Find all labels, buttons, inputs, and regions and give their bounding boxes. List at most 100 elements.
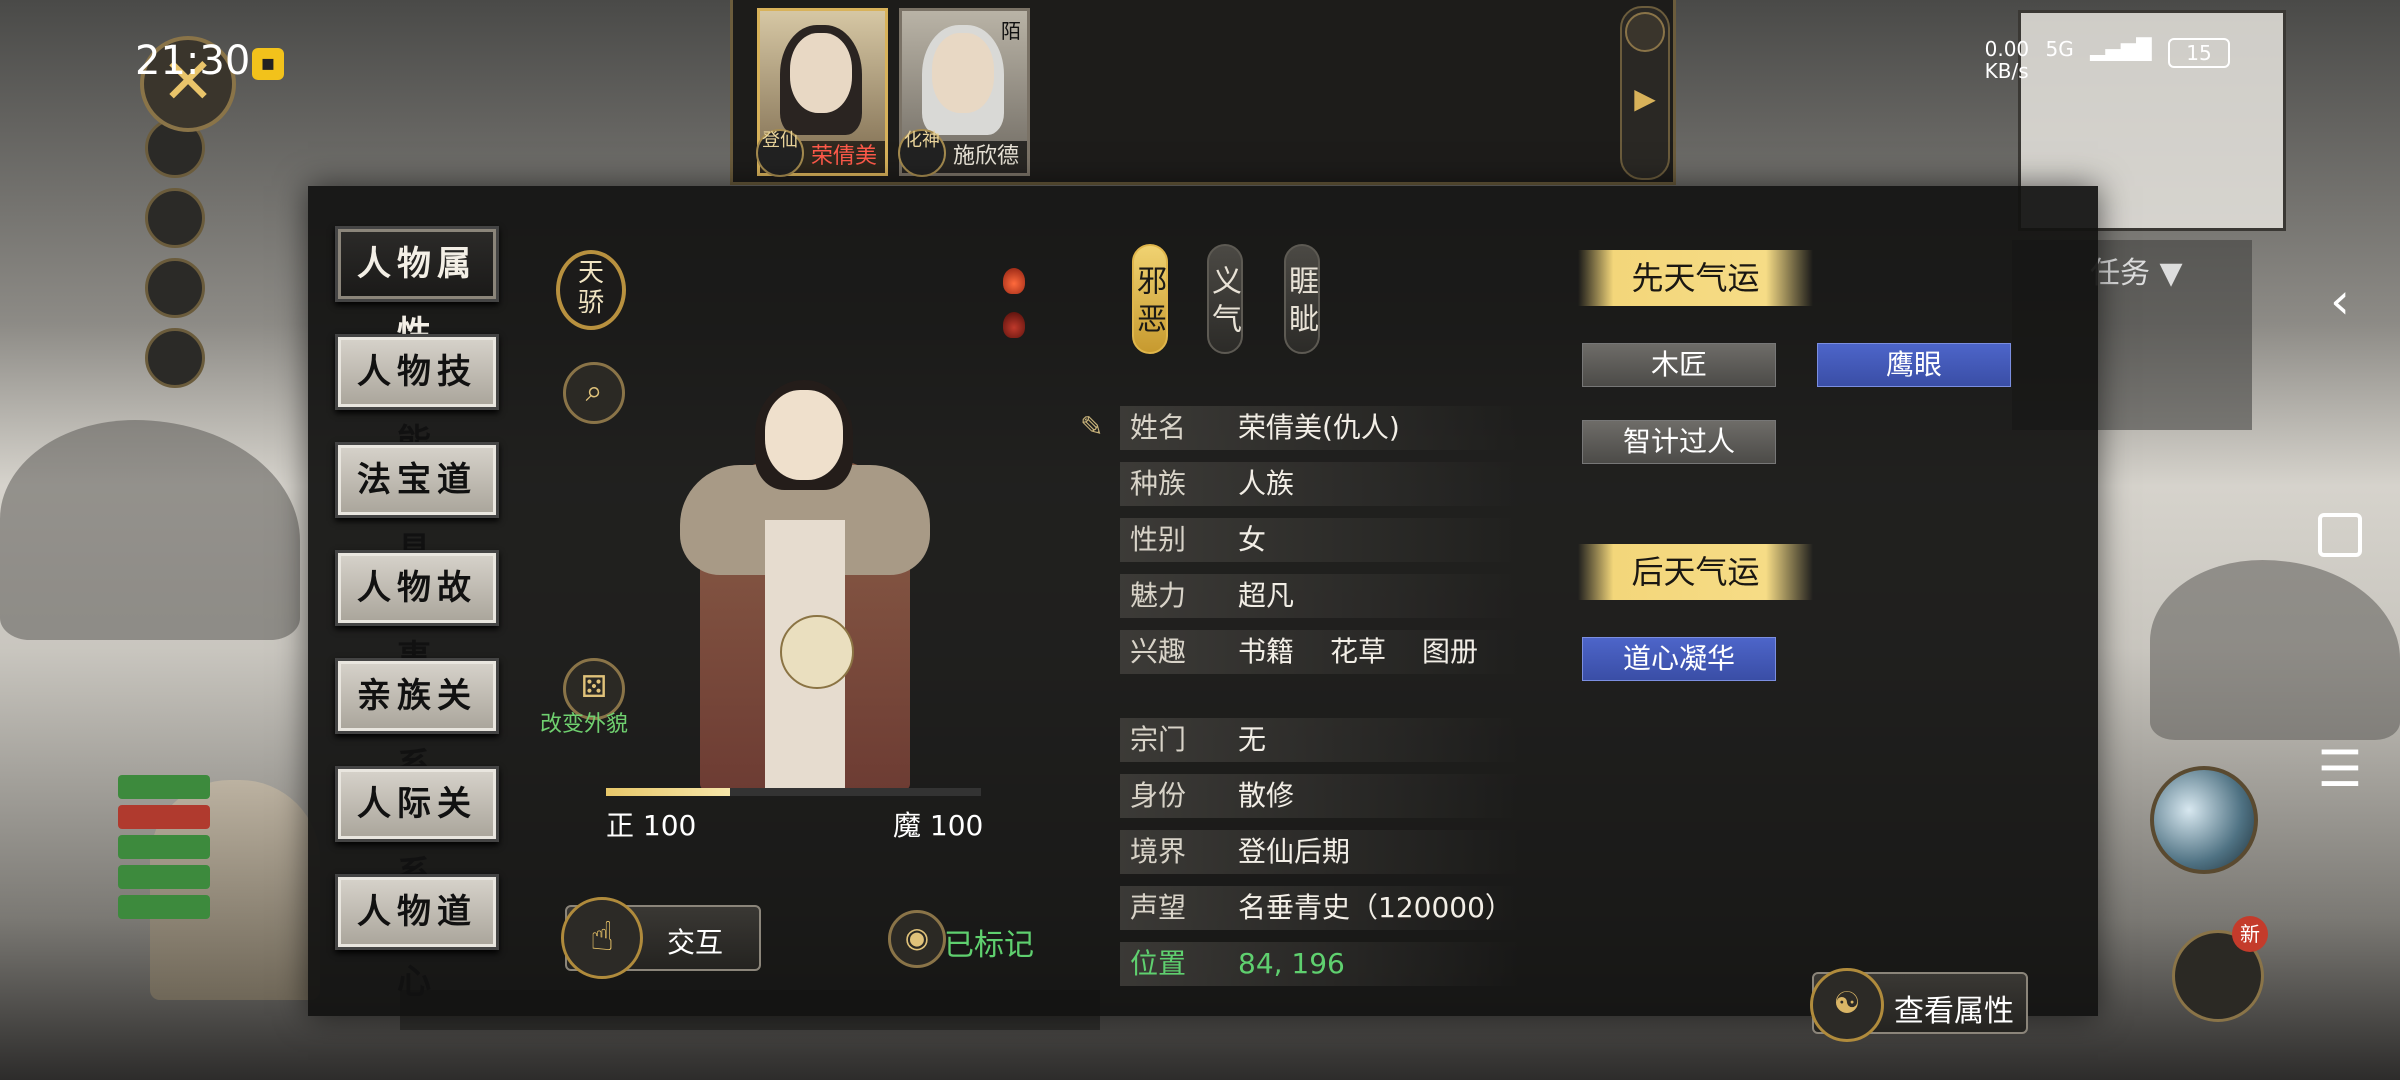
party-expand-button[interactable]: ▶: [1620, 6, 1670, 180]
rank-badge: 化神: [898, 129, 946, 177]
tab-treasures[interactable]: 法宝道具: [335, 442, 499, 570]
badge-text: 骄: [577, 288, 604, 318]
hobby-item: 图册: [1422, 635, 1479, 668]
party-strip: 荣倩美 登仙 陌 施欣德 化神: [730, 0, 1676, 185]
alignment-tag[interactable]: 睚眦: [1283, 244, 1320, 354]
mo-value: 魔 100: [893, 809, 984, 842]
status-tag: [118, 895, 210, 919]
status-tag: [118, 775, 210, 799]
search-icon[interactable]: ⌕: [563, 362, 625, 424]
morality-bar: [606, 788, 981, 796]
eye-icon: ◉: [888, 910, 946, 968]
info-value: 散修: [1238, 779, 1295, 812]
portrait-face: [932, 33, 994, 113]
tab-family[interactable]: 亲族关系: [335, 658, 499, 786]
party-member-portrait[interactable]: 陌 施欣德 化神: [898, 8, 1030, 177]
battery-saver-icon: ▪: [252, 48, 284, 80]
change-appearance-label[interactable]: 改变外貌: [540, 706, 628, 738]
flame-icon: [1003, 268, 1025, 294]
rank-badge: 登仙: [756, 129, 804, 177]
battery-level: 15: [2168, 38, 2230, 68]
info-row-name: 姓名 荣倩美(仇人): [1120, 406, 1520, 450]
marked-label: 已标记: [944, 928, 1034, 963]
info-row-fame: 声望 名垂青史（120000）: [1120, 886, 1520, 930]
info-key: 种族: [1130, 467, 1187, 500]
info-value: 登仙后期: [1238, 835, 1351, 868]
info-value: 84, 196: [1238, 947, 1345, 980]
info-row-position[interactable]: 位置 84, 196: [1120, 942, 1520, 986]
info-row-identity: 身份 散修: [1120, 774, 1520, 818]
side-menu-icon[interactable]: [145, 188, 205, 248]
info-key: 身份: [1130, 779, 1187, 812]
tab-relations[interactable]: 人际关系: [335, 766, 499, 894]
group-icon: [1625, 12, 1665, 52]
trait-chip[interactable]: 木匠: [1582, 343, 1776, 387]
signal-icon: ▂▄▆█: [2090, 37, 2152, 61]
info-key: 兴趣: [1130, 635, 1187, 668]
party-member-portrait[interactable]: 荣倩美 登仙: [756, 8, 888, 177]
badge-text: 天: [577, 258, 604, 288]
background-mountain: [0, 420, 300, 640]
info-key: 魅力: [1130, 579, 1187, 612]
interact-label: 交互: [667, 926, 724, 959]
task-tab[interactable]: 任务 ▼: [2090, 248, 2183, 292]
trait-chip[interactable]: 鹰眼: [1817, 343, 2011, 387]
tab-attributes[interactable]: 人物属性: [335, 226, 499, 354]
trait-chip[interactable]: 智计过人: [1582, 420, 1776, 464]
info-value: 人族: [1238, 467, 1295, 500]
tab-skills[interactable]: 人物技能: [335, 334, 499, 462]
innate-luck-title: 先天气运: [1578, 250, 1813, 306]
tianjiao-badge[interactable]: 天 骄: [556, 250, 626, 330]
info-row-sect: 宗门 无: [1120, 718, 1520, 762]
zheng-value: 正 100: [606, 809, 697, 842]
alignment-tag[interactable]: 义气: [1206, 244, 1243, 354]
member-tag: 陌: [1001, 19, 1021, 43]
info-key: 性别: [1130, 523, 1187, 556]
meditate-icon: ☯: [1810, 968, 1884, 1042]
view-attributes-label: 查看属性: [1894, 994, 2014, 1029]
tab-story[interactable]: 人物故事: [335, 550, 499, 678]
taiji-icon[interactable]: [2150, 766, 2258, 874]
info-row-hobby: 兴趣 书籍 花草 图册: [1120, 630, 1520, 674]
status-tag: [118, 865, 210, 889]
menu-icon[interactable]: ☰: [2310, 740, 2370, 798]
info-key: 姓名: [1130, 411, 1187, 444]
alignment-tag[interactable]: 邪恶: [1131, 244, 1168, 354]
info-value: 女: [1238, 523, 1267, 556]
flame-icon: [1003, 312, 1025, 338]
info-value: 超凡: [1238, 579, 1295, 612]
hand-icon: ☝: [561, 897, 643, 979]
info-value: 无: [1238, 723, 1267, 756]
status-time: 21:30: [135, 38, 251, 84]
side-menu-icon[interactable]: [145, 328, 205, 388]
new-badge: 新: [2232, 916, 2268, 952]
edit-name-icon[interactable]: ✎: [1080, 410, 1112, 443]
status-tag: [118, 805, 210, 829]
morality-bar-fill: [606, 788, 730, 796]
background-mountain: [2150, 560, 2400, 740]
info-value: 荣倩美(仇人): [1238, 411, 1400, 444]
info-row-race: 种族 人族: [1120, 462, 1520, 506]
info-row-charm: 魅力 超凡: [1120, 574, 1520, 618]
home-icon[interactable]: [2310, 505, 2370, 565]
interact-button[interactable]: ☝ 交互: [561, 897, 761, 979]
tab-dao-heart[interactable]: 人物道心: [335, 874, 499, 1002]
net-speed: 0.00 KB/s: [1984, 37, 2030, 83]
back-icon[interactable]: ‹: [2310, 272, 2370, 330]
info-row-gender: 性别 女: [1120, 518, 1520, 562]
portrait-face: [790, 33, 852, 113]
status-indicators: 0.00 KB/s 5G ▂▄▆█ 15: [1975, 38, 2230, 82]
view-attributes-button[interactable]: ☯ 查看属性: [1810, 968, 2028, 1042]
info-key: 位置: [1130, 947, 1187, 980]
arrow-right-icon: ▶: [1634, 82, 1656, 115]
trait-chip[interactable]: 道心凝华: [1582, 637, 1776, 681]
acquired-luck-title: 后天气运: [1578, 544, 1813, 600]
figure-head: [765, 390, 843, 480]
info-value: 名垂青史（120000）: [1238, 891, 1513, 924]
hobby-item: 书籍: [1238, 635, 1295, 668]
info-key: 宗门: [1130, 723, 1187, 756]
character-figure: [660, 380, 950, 790]
hobby-item: 花草: [1330, 635, 1387, 668]
side-menu-icon[interactable]: [145, 258, 205, 318]
info-key: 境界: [1130, 835, 1187, 868]
